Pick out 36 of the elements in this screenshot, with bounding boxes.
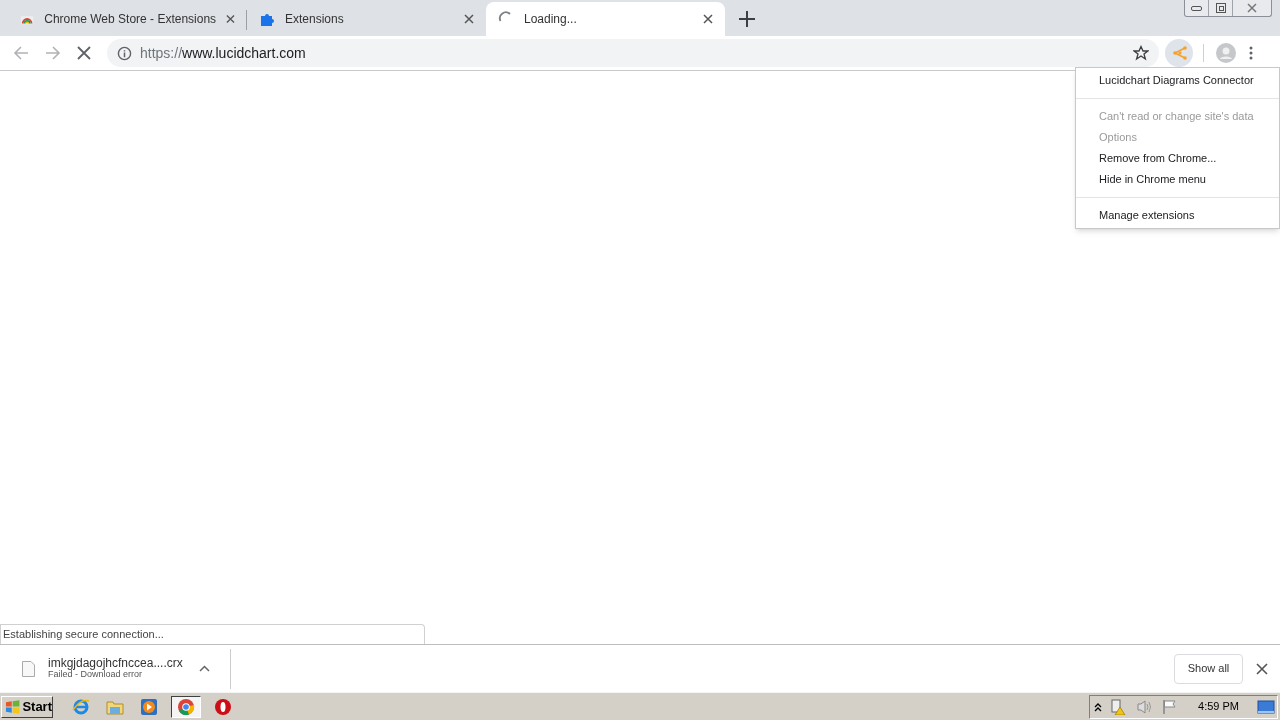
address-bar[interactable]: https://www.lucidchart.com: [107, 39, 1159, 67]
browser-tab[interactable]: Loading...: [486, 2, 725, 36]
flag-icon[interactable]: [1162, 698, 1179, 715]
show-desktop-icon[interactable]: [1257, 698, 1275, 715]
menu-item: Options: [1098, 130, 1138, 145]
tab-title: Loading...: [524, 11, 577, 28]
chrome-browser-icon[interactable]: [171, 695, 201, 718]
url-text: https://www.lucidchart.com: [140, 43, 306, 63]
download-filename[interactable]: imkgjdagojhcfnccea....crx: [48, 657, 183, 669]
close-icon[interactable]: [1256, 662, 1268, 675]
clock-text[interactable]: 4:59 PM: [1198, 698, 1239, 715]
menu-icon[interactable]: [1249, 46, 1253, 60]
tab-title: Extensions: [285, 11, 344, 28]
tab-title: Chrome Web Store - Extensions: [44, 11, 217, 28]
start-button[interactable]: Start: [1, 695, 53, 718]
close-icon[interactable]: [226, 14, 235, 24]
show-all-button[interactable]: Show all: [1174, 653, 1243, 684]
bookmark-star-icon[interactable]: [1133, 45, 1149, 61]
info-icon[interactable]: [117, 45, 132, 61]
close-icon[interactable]: [464, 14, 474, 24]
chevron-up-icon[interactable]: [198, 665, 210, 672]
menu-item[interactable]: Hide in Chrome menu: [1076, 169, 1279, 190]
status-bubble: Establishing secure connection...: [0, 624, 425, 644]
windows-logo-icon: [5, 699, 21, 714]
expand-tray-icon[interactable]: [1094, 701, 1103, 712]
menu-item: Can't read or change site's data: [1098, 109, 1255, 124]
stop-icon[interactable]: [77, 46, 91, 60]
close-icon[interactable]: [703, 14, 713, 24]
menu-item[interactable]: Manage extensions: [1076, 205, 1279, 226]
file-icon: [22, 660, 35, 677]
browser-tab[interactable]: Chrome Web Store - Extensions: [8, 2, 247, 36]
menu-item[interactable]: Remove from Chrome...: [1076, 148, 1279, 169]
browser-tab[interactable]: Extensions: [247, 2, 486, 36]
puzzle-icon: [259, 11, 275, 27]
new-tab-icon[interactable]: [739, 11, 755, 27]
menu-item[interactable]: Lucidchart Diagrams Connector: [1076, 70, 1279, 91]
